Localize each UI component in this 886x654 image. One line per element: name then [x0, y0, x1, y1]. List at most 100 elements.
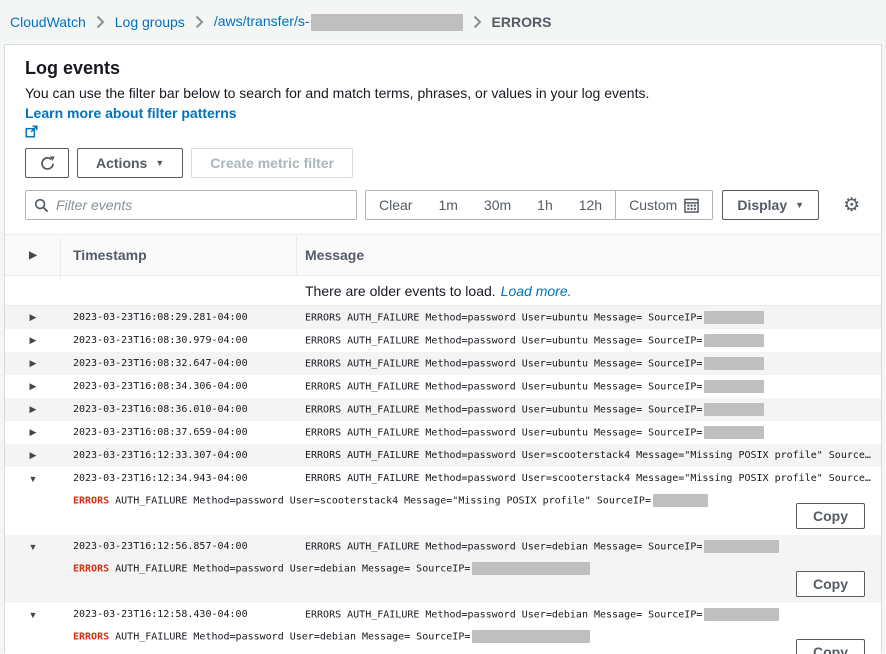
filter-events-input[interactable] [56, 197, 348, 213]
event-timestamp: 2023-03-23T16:08:29.281-04:00 [61, 312, 297, 323]
log-event: ▶2023-03-23T16:08:29.281-04:00 ERRORS AUT… [5, 306, 881, 329]
range-1h-button[interactable]: 1h [524, 191, 566, 219]
log-events-table: ▶ Timestamp Message There are older even… [5, 234, 881, 654]
log-event: ▼2023-03-23T16:12:56.857-04:00 ERRORS AUT… [5, 535, 881, 603]
log-event-row[interactable]: ▶2023-03-23T16:12:33.307-04:00ERRORS AUT… [5, 444, 881, 467]
event-message-text: ERRORS AUTH_FAILURE Method=password User… [305, 428, 702, 439]
breadcrumb-log-group-name[interactable]: /aws/transfer/s- [214, 13, 463, 31]
redacted-log-group-id [311, 14, 463, 31]
range-1m-button[interactable]: 1m [425, 191, 470, 219]
collapse-row-icon[interactable]: ▼ [5, 474, 61, 484]
log-event-row[interactable]: ▼2023-03-23T16:12:58.430-04:00ERRORS AUT… [5, 603, 881, 626]
older-events-row: There are older events to load. Load mor… [5, 276, 881, 306]
event-message: ERRORS AUTH_FAILURE Method=password User… [297, 357, 881, 370]
expand-all-icon[interactable]: ▶ [5, 250, 61, 261]
redacted-source-ip [704, 426, 764, 439]
event-detail-text: AUTH_FAILURE Method=password User=debian… [109, 632, 470, 643]
page-description-text: You can use the filter bar below to sear… [25, 85, 649, 101]
page-description: You can use the filter bar below to sear… [25, 83, 861, 138]
copy-button[interactable]: Copy [796, 639, 865, 654]
display-button[interactable]: Display ▼ [722, 190, 819, 220]
create-metric-filter-button[interactable]: Create metric filter [191, 148, 353, 178]
event-message-text: ERRORS AUTH_FAILURE Method=password User… [305, 382, 702, 393]
log-event: ▼2023-03-23T16:12:58.430-04:00ERRORS AUT… [5, 603, 881, 654]
event-timestamp: 2023-03-23T16:12:56.857-04:00 [61, 541, 297, 552]
page-title: Log events [25, 57, 861, 79]
learn-more-link[interactable]: Learn more about filter patterns [25, 105, 861, 138]
event-message-text: ERRORS AUTH_FAILURE Method=password User… [305, 450, 881, 461]
log-rows: ▶2023-03-23T16:08:29.281-04:00ERRORS AUT… [5, 306, 881, 654]
log-event: ▼2023-03-23T16:12:34.943-04:00 ERRORS AUT… [5, 467, 881, 535]
display-label: Display [737, 197, 787, 213]
collapse-row-icon[interactable]: ▼ [5, 610, 61, 620]
event-message-text: ERRORS AUTH_FAILURE Method=password User… [305, 313, 702, 324]
event-detail: ERRORS AUTH_FAILURE Method=password User… [5, 494, 881, 507]
load-more-link[interactable]: Load more. [501, 283, 572, 299]
redacted-source-ip [472, 630, 590, 643]
log-event-row[interactable]: ▶2023-03-23T16:08:29.281-04:00 ERRORS AUT… [5, 306, 881, 329]
expand-row-icon[interactable]: ▶ [5, 381, 61, 392]
event-detail-text: AUTH_FAILURE Method=password User=scoote… [109, 496, 651, 507]
event-message: ERRORS AUTH_FAILURE Method=password User… [297, 403, 881, 416]
toolbar: Actions ▼ Create metric filter [25, 148, 861, 178]
range-30m-button[interactable]: 30m [471, 191, 524, 219]
range-12h-button[interactable]: 12h [566, 191, 615, 219]
collapse-row-icon[interactable]: ▼ [5, 542, 61, 552]
log-event-row[interactable]: ▼2023-03-23T16:12:56.857-04:00 ERRORS AUT… [5, 535, 881, 558]
expand-row-icon[interactable]: ▶ [5, 427, 61, 438]
redacted-source-ip [472, 562, 590, 575]
log-event-row[interactable]: ▶2023-03-23T16:08:34.306-04:00ERRORS AUT… [5, 375, 881, 398]
actions-button[interactable]: Actions ▼ [77, 148, 183, 178]
log-event: ▶2023-03-23T16:08:36.010-04:00ERRORS AUT… [5, 398, 881, 421]
event-detail-error-token: ERRORS [73, 496, 109, 507]
copy-button[interactable]: Copy [796, 571, 865, 597]
actions-label: Actions [96, 155, 147, 171]
caret-down-icon: ▼ [795, 201, 804, 210]
breadcrumb-cloudwatch[interactable]: CloudWatch [10, 14, 86, 30]
event-timestamp: 2023-03-23T16:12:34.943-04:00 [61, 473, 297, 484]
time-range-group: Clear 1m 30m 1h 12h Custom [365, 190, 713, 220]
log-event: ▶2023-03-23T16:08:37.659-04:00ERRORS AUT… [5, 421, 881, 444]
chevron-right-icon [195, 15, 204, 29]
older-events-text: There are older events to load. [305, 283, 496, 299]
event-message: ERRORS AUTH_FAILURE Method=password User… [297, 426, 881, 439]
search-icon [34, 198, 49, 213]
log-event-row[interactable]: ▶2023-03-23T16:08:32.647-04:00ERRORS AUT… [5, 352, 881, 375]
expand-row-icon[interactable]: ▶ [5, 358, 61, 369]
event-message-text: ERRORS AUTH_FAILURE Method=password User… [305, 359, 702, 370]
event-message: ERRORS AUTH_FAILURE Method=password User… [297, 473, 881, 484]
filter-bar: Clear 1m 30m 1h 12h Custom Display ▼ ⚙ [25, 190, 861, 220]
log-event-row[interactable]: ▶2023-03-23T16:08:37.659-04:00ERRORS AUT… [5, 421, 881, 444]
log-event-row[interactable]: ▶2023-03-23T16:08:30.979-04:00ERRORS AUT… [5, 329, 881, 352]
timestamp-column-header: Timestamp [61, 247, 297, 263]
log-event-row[interactable]: ▶2023-03-23T16:08:36.010-04:00ERRORS AUT… [5, 398, 881, 421]
event-timestamp: 2023-03-23T16:12:58.430-04:00 [61, 609, 297, 620]
filter-events-searchbox[interactable] [25, 190, 357, 220]
redacted-source-ip [704, 334, 764, 347]
chevron-right-icon [473, 15, 482, 29]
calendar-icon [684, 198, 699, 213]
expand-row-icon[interactable]: ▶ [5, 450, 61, 461]
chevron-right-icon [96, 15, 105, 29]
log-events-panel: Log events You can use the filter bar be… [4, 44, 882, 653]
event-message-text: ERRORS AUTH_FAILURE Method=password User… [305, 542, 702, 553]
expand-row-icon[interactable]: ▶ [5, 312, 61, 323]
breadcrumb-log-groups[interactable]: Log groups [115, 14, 185, 30]
event-message-text: ERRORS AUTH_FAILURE Method=password User… [305, 405, 702, 416]
message-column-header: Message [297, 247, 881, 263]
expand-row-icon[interactable]: ▶ [5, 404, 61, 415]
expand-row-icon[interactable]: ▶ [5, 335, 61, 346]
refresh-button[interactable] [25, 148, 69, 178]
copy-button[interactable]: Copy [796, 503, 865, 529]
event-message-text: ERRORS AUTH_FAILURE Method=password User… [305, 473, 881, 484]
custom-range-button[interactable]: Custom [615, 191, 712, 219]
settings-button[interactable]: ⚙ [841, 194, 862, 217]
event-message: ERRORS AUTH_FAILURE Method=password User… [297, 311, 881, 324]
log-event-row[interactable]: ▼2023-03-23T16:12:34.943-04:00 ERRORS AUT… [5, 467, 881, 490]
custom-range-label: Custom [629, 197, 677, 213]
clear-range-button[interactable]: Clear [366, 191, 425, 219]
event-message: ERRORS AUTH_FAILURE Method=password User… [297, 380, 881, 393]
external-link-icon [25, 125, 861, 138]
event-message-text: ERRORS AUTH_FAILURE Method=password User… [305, 336, 702, 347]
event-detail: ERRORS AUTH_FAILURE Method=password User… [5, 562, 881, 575]
